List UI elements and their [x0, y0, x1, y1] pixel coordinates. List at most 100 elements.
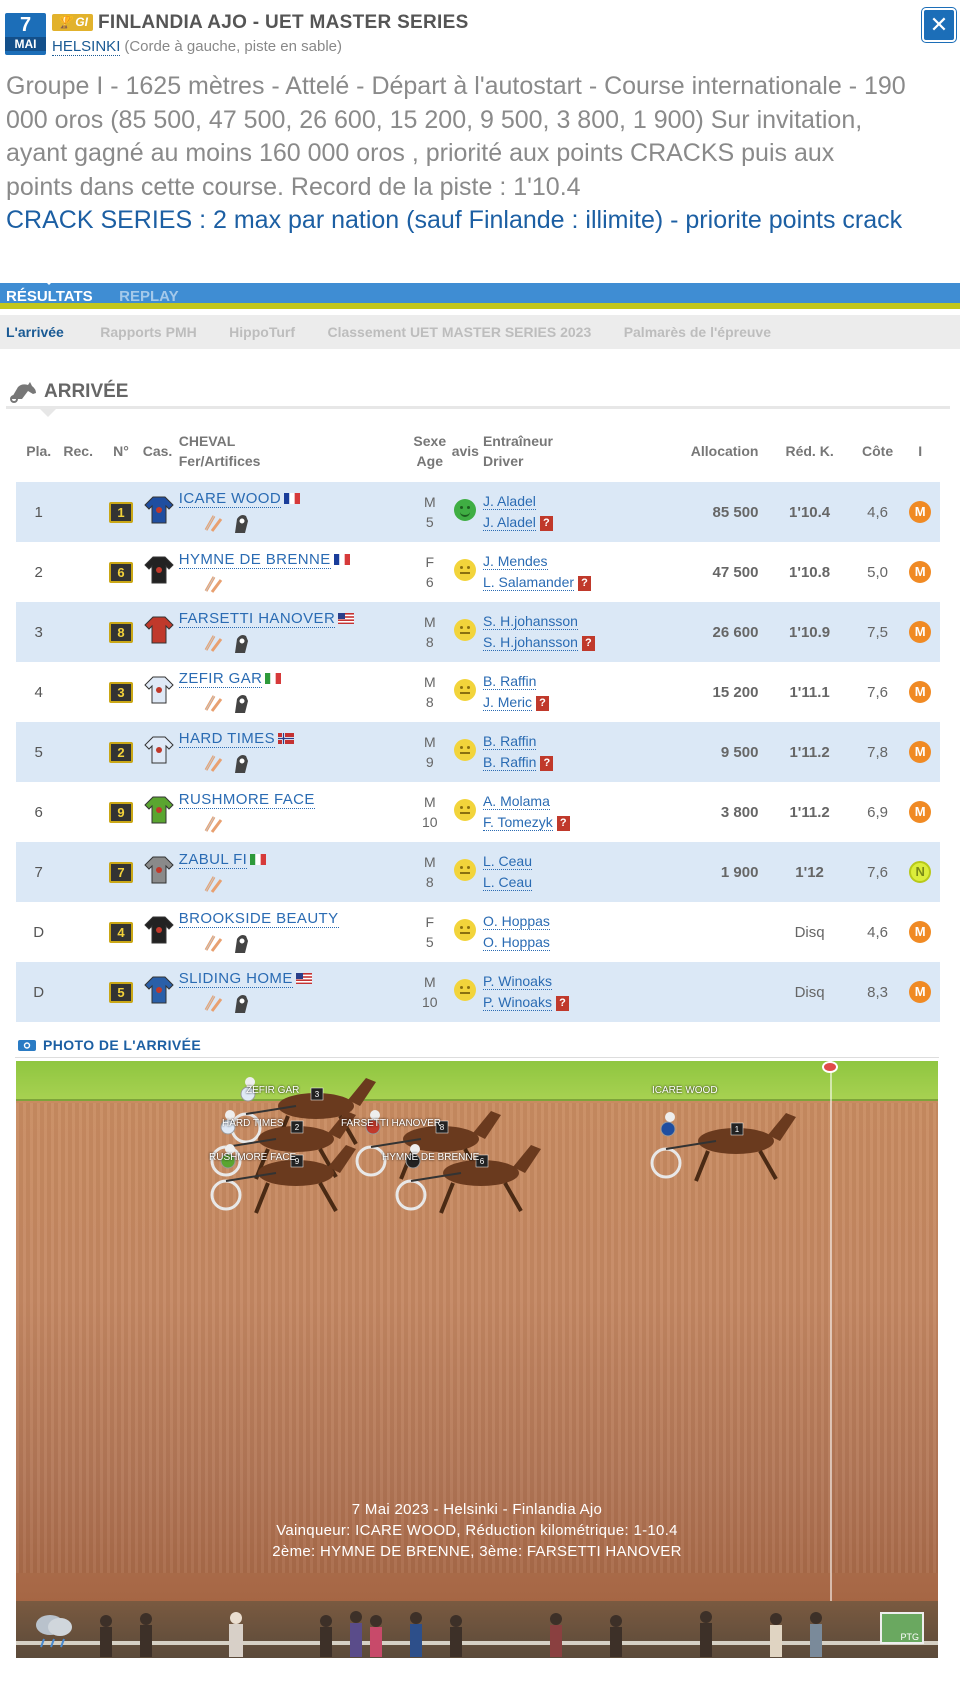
help-icon[interactable]: ?: [578, 575, 592, 591]
odds-cell: 4,6: [854, 902, 901, 962]
status-badge[interactable]: M: [909, 741, 932, 763]
horse-name-link[interactable]: HYMNE DE BRENNE: [178, 550, 331, 569]
avis-cell: [449, 902, 481, 962]
status-badge[interactable]: M: [909, 801, 932, 823]
horse-name-link[interactable]: ICARE WOOD: [178, 489, 282, 508]
rec-cell: [61, 602, 102, 662]
status-badge[interactable]: M: [909, 981, 932, 1003]
table-row[interactable]: 6 9 RUSHMORE FACE M 10 A. Molama F. Tomez…: [16, 782, 940, 842]
allocation-cell: 26 600: [663, 602, 765, 662]
status-badge[interactable]: N: [909, 861, 932, 883]
finish-photo[interactable]: 1 3 2 8 9 6 ZEFIR GAR HARD TIMES RUSHMOR…: [16, 1061, 938, 1658]
driver-link[interactable]: L. Salamander: [482, 574, 575, 591]
status-badge[interactable]: M: [909, 501, 932, 523]
i-cell: M: [900, 902, 940, 962]
number-cell: 7: [101, 842, 141, 902]
trainer-driver-cell: O. Hoppas O. Hoppas: [480, 902, 664, 962]
jockey-silks-icon: [144, 976, 174, 1004]
status-badge[interactable]: M: [909, 621, 932, 643]
driver-link[interactable]: P. Winoaks: [482, 994, 552, 1011]
photo-horse-label: HYMNE DE BRENNE: [382, 1152, 480, 1163]
driver-link[interactable]: S. H.johansson: [482, 634, 578, 651]
reduction-cell: Disq: [764, 902, 855, 962]
subtab-hippoturf[interactable]: HippoTurf: [229, 315, 295, 349]
help-icon[interactable]: ?: [555, 995, 569, 1011]
hood-icon: [234, 754, 248, 773]
trainer-link[interactable]: J. Mendes: [482, 553, 548, 570]
driver-link[interactable]: B. Raffin: [482, 754, 537, 771]
horse-cell: ZABUL FI: [176, 842, 410, 902]
rec-cell: [61, 842, 102, 902]
horse-name-link[interactable]: BROOKSIDE BEAUTY: [178, 909, 339, 928]
col-sexe: Sexe Age: [413, 433, 447, 469]
horse-name-link[interactable]: ZEFIR GAR: [178, 669, 263, 688]
horse-name-link[interactable]: RUSHMORE FACE: [178, 790, 315, 809]
help-icon[interactable]: ?: [556, 815, 570, 831]
rec-cell: [61, 782, 102, 842]
driver-link[interactable]: J. Aladel: [482, 514, 536, 531]
saddle-number: 9: [108, 801, 133, 823]
table-row[interactable]: 4 3 ZEFIR GAR M8 B. Raffin J. Meric? 15 …: [16, 662, 940, 722]
tab-resultats[interactable]: RÉSULTATS: [0, 279, 99, 311]
horseshoe-icon: [204, 994, 222, 1012]
trainer-link[interactable]: A. Molama: [482, 793, 550, 810]
sulky-horse: [650, 1112, 796, 1182]
trainer-driver-cell: S. H.johansson S. H.johansson?: [480, 602, 664, 662]
help-icon[interactable]: ?: [581, 635, 595, 651]
horse-name-link[interactable]: HARD TIMES: [178, 729, 275, 748]
close-button[interactable]: ✕: [922, 8, 956, 42]
driver-link[interactable]: L. Ceau: [482, 874, 533, 891]
trainer-link[interactable]: O. Hoppas: [482, 913, 550, 930]
saddle-number: 2: [108, 741, 133, 763]
reduction-cell: 1'11.2: [764, 722, 855, 782]
venue-link[interactable]: HELSINKI: [52, 38, 121, 56]
driver-link[interactable]: F. Tomezyk: [482, 814, 553, 831]
trainer-link[interactable]: J. Aladel: [482, 493, 536, 510]
horse-name-link[interactable]: SLIDING HOME: [178, 969, 293, 988]
avis-cell: [449, 722, 481, 782]
table-row[interactable]: 5 2 HARD TIMES M9 B. Raffin B. Raffin? 9…: [16, 722, 940, 782]
table-row[interactable]: D 4 BROOKSIDE BEAUTY F5 O. Hoppas O. Hop…: [16, 902, 940, 962]
table-row[interactable]: 1 1 ICARE WOOD M5 J. Aladel J. Aladel? 8…: [16, 482, 940, 542]
results-panel: ARRIVÉE Pla. Rec. N° Cas. CHEVAL Fer/Arti…: [4, 375, 950, 1035]
col-red: Réd. K.: [785, 443, 834, 459]
place-cell: 4: [16, 662, 62, 722]
allocation-cell: [663, 962, 765, 1022]
trainer-link[interactable]: B. Raffin: [482, 673, 537, 690]
date-day: 7: [19, 14, 32, 36]
driver-link[interactable]: J. Meric: [482, 694, 532, 711]
subtab-rapports-pmh[interactable]: Rapports PMH: [100, 315, 196, 349]
table-row[interactable]: D 5 SLIDING HOME M 10 P. Winoaks P. Winoa…: [16, 962, 940, 1022]
trainer-link[interactable]: L. Ceau: [482, 853, 533, 870]
subtab-classement[interactable]: Classement UET MASTER SERIES 2023: [327, 315, 591, 349]
trainer-link[interactable]: S. H.johansson: [482, 613, 578, 630]
subtab-arrivee[interactable]: L'arrivée: [6, 315, 64, 349]
table-row[interactable]: 7 7 ZABUL FI M8 L. Ceau L. Ceau 1 900 1'…: [16, 842, 940, 902]
jockey-silks-icon: [144, 496, 174, 524]
subtab-palmares[interactable]: Palmarès de l'épreuve: [624, 315, 771, 349]
horse-cell: SLIDING HOME: [176, 962, 410, 1022]
happy-face-icon: [454, 499, 477, 521]
trainer-link[interactable]: B. Raffin: [482, 733, 537, 750]
trainer-link[interactable]: P. Winoaks: [482, 973, 552, 990]
status-badge[interactable]: M: [909, 561, 932, 583]
status-badge[interactable]: M: [909, 681, 932, 703]
reduction-cell: 1'11.2: [764, 782, 855, 842]
silks-cell: [140, 722, 177, 782]
driver-link[interactable]: O. Hoppas: [482, 934, 550, 951]
horse-name-link[interactable]: FARSETTI HANOVER: [178, 609, 336, 628]
horse-name-link[interactable]: ZABUL FI: [178, 850, 248, 869]
status-badge[interactable]: M: [909, 921, 932, 943]
flag-icon: [335, 610, 355, 627]
sex-age-cell: M 10: [409, 962, 450, 1022]
help-icon[interactable]: ?: [539, 515, 553, 531]
hood-icon: [234, 694, 248, 713]
help-icon[interactable]: ?: [535, 695, 549, 711]
tab-replay[interactable]: REPLAY: [113, 283, 184, 311]
i-cell: M: [900, 542, 940, 602]
table-row[interactable]: 3 8 FARSETTI HANOVER M8 S. H.johansson S…: [16, 602, 940, 662]
artifacts: [203, 691, 408, 715]
artifacts: [203, 931, 408, 955]
table-row[interactable]: 2 6 HYMNE DE BRENNE F6 J. Mendes L. Sala…: [16, 542, 940, 602]
help-icon[interactable]: ?: [540, 755, 554, 771]
